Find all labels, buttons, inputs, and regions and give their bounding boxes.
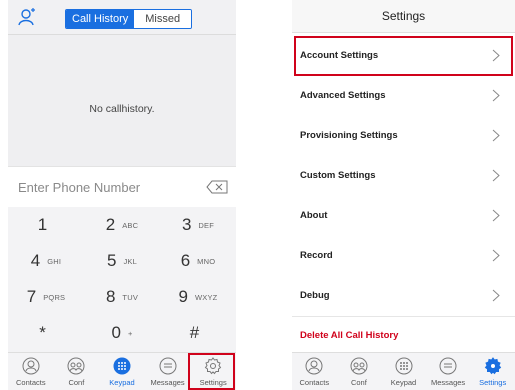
key-letters: TUV: [122, 292, 139, 302]
tab-messages[interactable]: Messages: [426, 353, 470, 390]
key-letters: JKL: [123, 256, 137, 266]
tab-messages[interactable]: Messages: [146, 353, 190, 390]
key-2[interactable]: 2 ABC: [84, 207, 160, 243]
tab-label: Conf: [68, 378, 85, 387]
key-letters: PQRS: [43, 292, 66, 302]
key-5[interactable]: 5 JKL: [84, 243, 160, 279]
tab-conf[interactable]: Conf: [54, 353, 98, 390]
delete-call-history-button[interactable]: Delete All Call History: [300, 330, 398, 341]
phone-number-input[interactable]: [18, 175, 188, 199]
tab-label: Settings: [479, 378, 507, 387]
key-letters: DEF: [198, 220, 215, 230]
settings-item-label: Debug: [300, 290, 330, 301]
tab-label: Keypad: [109, 378, 135, 387]
tab-contacts[interactable]: Contacts: [9, 353, 53, 390]
key-digit: 7: [26, 287, 37, 306]
key-4[interactable]: 4 GHI: [8, 243, 84, 279]
backspace-icon[interactable]: [206, 180, 228, 194]
settings-item-record[interactable]: Record: [292, 236, 515, 277]
add-contact-icon[interactable]: [17, 7, 37, 27]
chevron-right-icon: [492, 209, 500, 222]
key-digit: 2: [105, 215, 116, 234]
settings-item-advanced-settings[interactable]: Advanced Settings: [292, 76, 515, 117]
key-1[interactable]: 1: [8, 207, 84, 243]
key-letters: MNO: [197, 256, 216, 266]
chevron-right-icon: [492, 129, 500, 142]
key-letters: GHI: [47, 256, 62, 266]
dialer-screen: Call History Missed No callhistory. 1 2 AB…: [8, 0, 236, 390]
keypad-icon: [395, 357, 412, 375]
key-9[interactable]: 9 WXYZ: [160, 279, 236, 315]
settings-item-debug[interactable]: Debug: [292, 276, 515, 317]
tab-conf[interactable]: Conf: [337, 353, 381, 390]
settings-item-label: Custom Settings: [300, 170, 376, 181]
settings-icon: [484, 357, 501, 375]
settings-tab-highlight: [188, 353, 235, 390]
tab-keypad[interactable]: Keypad: [100, 353, 144, 390]
key-digit: *: [39, 323, 46, 342]
settings-item-label: About: [300, 210, 328, 221]
tab-call-history[interactable]: Call History: [66, 10, 135, 28]
key-digit: 8: [105, 287, 116, 306]
messages-icon: [159, 357, 177, 375]
conf-icon: [67, 357, 85, 375]
account-settings-highlight: [294, 36, 513, 76]
key-8[interactable]: 8 TUV: [84, 279, 160, 315]
key-letters: ABC: [122, 220, 139, 230]
key-letters: +: [127, 328, 133, 338]
chevron-right-icon: [492, 249, 500, 262]
key-digit: #: [189, 323, 200, 342]
key-digit: 4: [30, 251, 41, 270]
key-0[interactable]: 0 +: [84, 315, 160, 351]
bottom-tab-bar: Contacts Conf Keypad Messages Settings: [292, 352, 515, 390]
settings-item-custom-settings[interactable]: Custom Settings: [292, 156, 515, 197]
tab-keypad[interactable]: Keypad: [382, 353, 426, 390]
contacts-icon: [22, 357, 40, 375]
settings-item-label: Provisioning Settings: [300, 130, 398, 141]
key-star[interactable]: *: [8, 315, 84, 351]
key-digit: 6: [180, 251, 191, 270]
messages-icon: [439, 357, 457, 375]
tab-contacts[interactable]: Contacts: [292, 353, 336, 390]
empty-history-text: No callhistory.: [89, 103, 155, 115]
settings-item-about[interactable]: About: [292, 196, 515, 237]
key-digit: 0: [111, 323, 121, 342]
key-3[interactable]: 3 DEF: [160, 207, 236, 243]
key-6[interactable]: 6 MNO: [160, 243, 236, 279]
tab-settings[interactable]: Settings: [471, 353, 515, 390]
key-7[interactable]: 7 PQRS: [8, 279, 84, 315]
dialer-header: Call History Missed: [8, 0, 236, 35]
phone-entry-row: [8, 166, 236, 208]
conf-icon: [350, 357, 368, 375]
key-digit: 9: [178, 287, 188, 306]
settings-item-provisioning-settings[interactable]: Provisioning Settings: [292, 116, 515, 157]
key-letters: WXYZ: [195, 292, 218, 302]
key-digit: 1: [37, 215, 48, 234]
settings-item-label: Record: [300, 250, 333, 261]
chevron-right-icon: [492, 289, 500, 302]
tab-missed[interactable]: Missed: [134, 10, 192, 28]
chevron-right-icon: [492, 169, 500, 182]
settings-title: Settings: [292, 0, 515, 33]
settings-screen: Settings Account Settings Advanced Settin…: [292, 0, 515, 390]
contacts-icon: [305, 357, 323, 375]
settings-item-label: Advanced Settings: [300, 90, 386, 101]
key-hash[interactable]: #: [160, 315, 236, 351]
key-digit: 3: [181, 215, 192, 234]
call-history-list: No callhistory.: [8, 35, 236, 165]
keypad-icon: [113, 357, 131, 375]
history-segmented-control: Call History Missed: [65, 9, 193, 29]
dial-keypad: 1 2 ABC 3 DEF 4 GHI 5 JKL 6 MNO 7 PQRS 8 TUV 9 WXYZ * 0 + #: [8, 207, 236, 353]
chevron-right-icon: [492, 89, 500, 102]
tab-label: Messages: [150, 378, 185, 387]
key-digit: 5: [107, 251, 117, 270]
